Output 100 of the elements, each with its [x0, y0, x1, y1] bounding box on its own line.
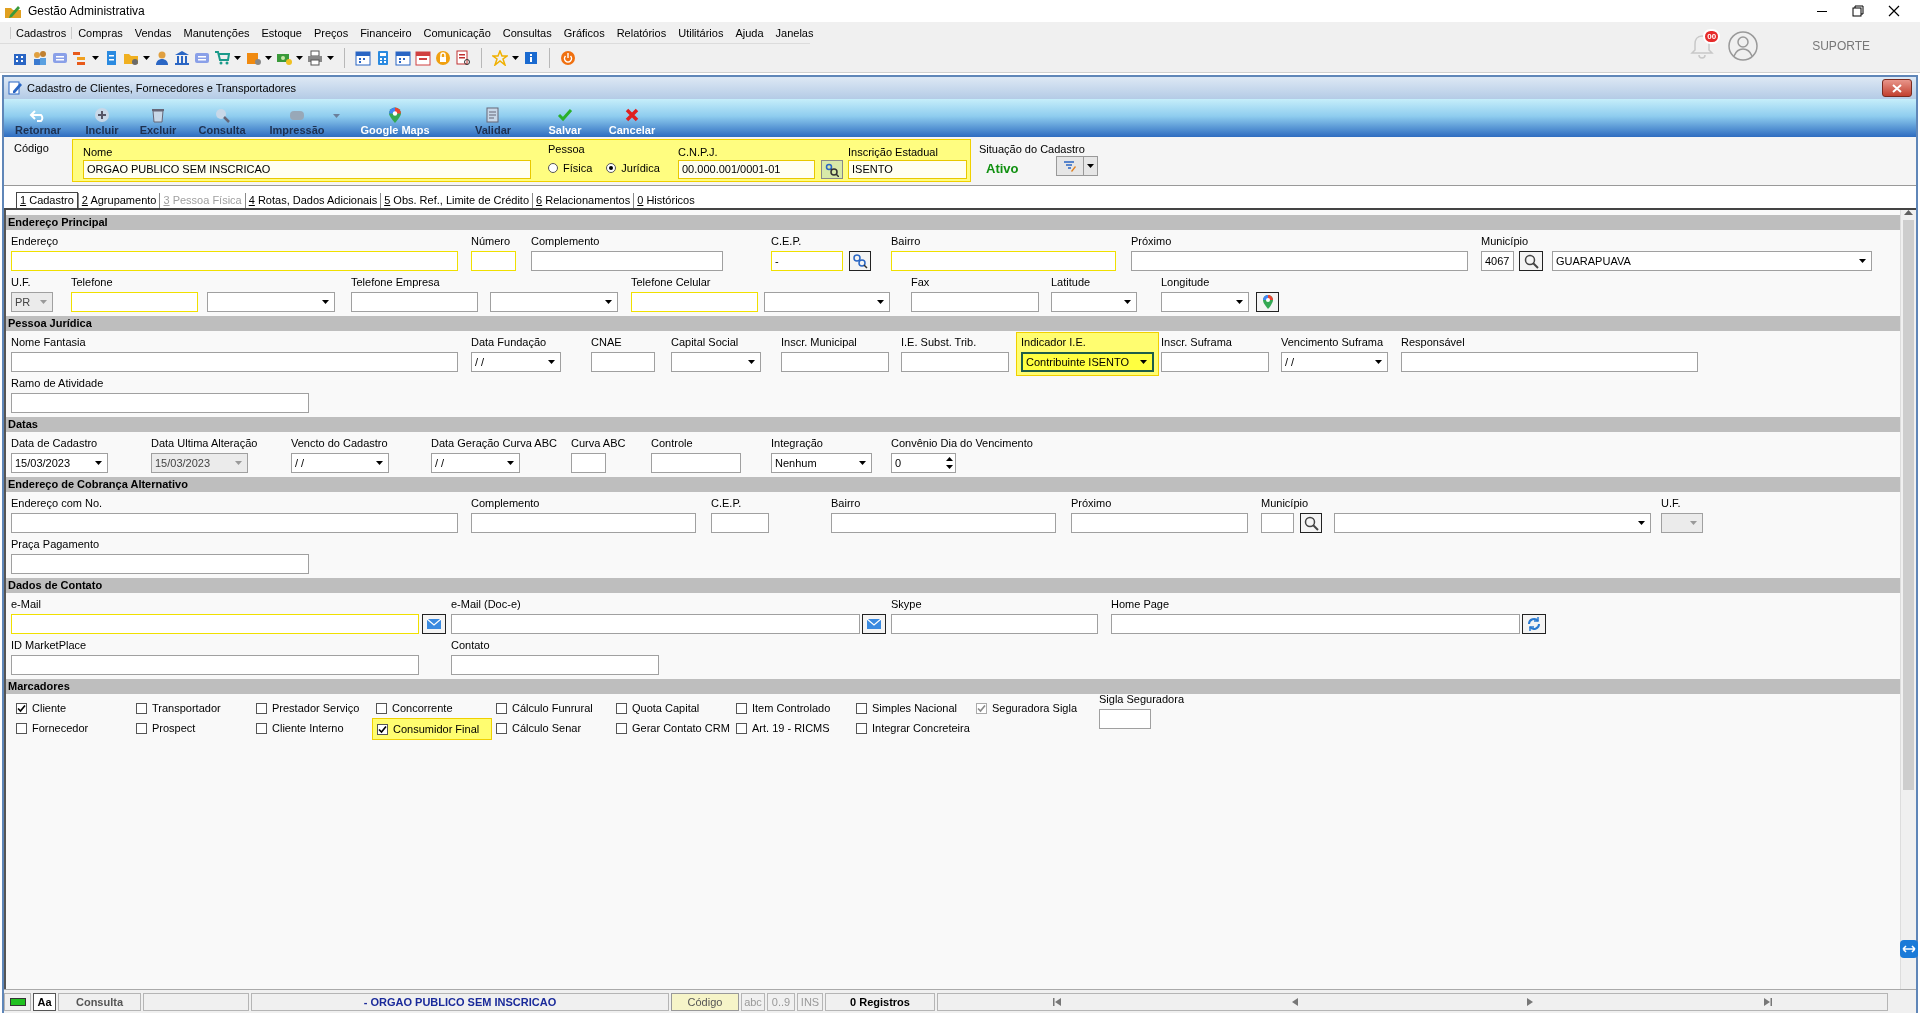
last-record-icon[interactable]: [1764, 997, 1773, 1006]
envelope-button[interactable]: [422, 614, 446, 634]
menu-item[interactable]: Gráficos: [557, 26, 611, 39]
star-icon[interactable]: [492, 49, 508, 66]
checkbox[interactable]: [377, 723, 388, 735]
checkbox[interactable]: [136, 722, 147, 734]
toolbar-button[interactable]: Google Maps: [363, 107, 427, 136]
refresh-button[interactable]: [1522, 614, 1546, 634]
input-field[interactable]: [451, 614, 860, 634]
dropdown[interactable]: GUARAPUAVA: [1552, 251, 1872, 271]
scrollbar-thumb[interactable]: [1903, 220, 1914, 790]
input-field[interactable]: 00.000.001/0001-01: [678, 160, 815, 179]
remote-support-icon[interactable]: [1900, 940, 1918, 958]
checkbox[interactable]: [376, 702, 387, 714]
close-button[interactable]: [1882, 79, 1912, 97]
user-label[interactable]: SUPORTE: [1812, 39, 1870, 53]
bell-icon[interactable]: [1690, 33, 1715, 59]
checkbox[interactable]: [256, 702, 267, 714]
radio-button[interactable]: [606, 163, 617, 173]
input-field[interactable]: [351, 292, 478, 312]
dropdown[interactable]: [671, 352, 761, 372]
calendar-icon[interactable]: [395, 49, 411, 66]
menu-item[interactable]: Manutenções: [177, 26, 256, 39]
menu-item[interactable]: Preços: [307, 26, 355, 39]
menu-item[interactable]: Consultas: [496, 26, 558, 39]
tab[interactable]: 0 Históricos: [633, 193, 698, 208]
checkbox[interactable]: [256, 722, 267, 734]
date-picker[interactable]: / /: [471, 352, 561, 372]
dropdown[interactable]: [490, 292, 618, 312]
input-field[interactable]: [831, 513, 1056, 533]
user-avatar-icon[interactable]: [1728, 31, 1759, 61]
dropdown[interactable]: Nenhum: [771, 453, 872, 473]
input-field[interactable]: [901, 352, 1009, 372]
date-picker[interactable]: 15/03/2023: [11, 453, 108, 473]
menu-item[interactable]: Comunicação: [417, 26, 497, 39]
input-field[interactable]: [1401, 352, 1698, 372]
toolbar-button[interactable]: Cancelar: [600, 107, 664, 136]
scroll-up-icon[interactable]: [1904, 210, 1913, 216]
spin-box[interactable]: 0: [891, 453, 956, 473]
input-field[interactable]: [1099, 709, 1151, 729]
calendar-icon[interactable]: [355, 49, 371, 66]
menu-item[interactable]: Utilitários: [672, 26, 730, 39]
input-field[interactable]: -: [771, 251, 843, 271]
checkbox[interactable]: [496, 722, 507, 734]
envelope-button[interactable]: [862, 614, 886, 634]
menu-item[interactable]: Cadastros: [10, 26, 73, 39]
dropdown[interactable]: [1334, 513, 1651, 533]
first-record-icon[interactable]: [1052, 997, 1061, 1006]
restore-icon[interactable]: [1852, 5, 1864, 17]
input-field[interactable]: [11, 655, 419, 675]
menu-item[interactable]: Relatórios: [610, 26, 673, 39]
menu-item[interactable]: Financeiro: [354, 26, 418, 39]
input-field[interactable]: [711, 513, 769, 533]
menu-item[interactable]: Compras: [72, 26, 129, 39]
menu-item[interactable]: Ajuda: [729, 26, 770, 39]
input-field[interactable]: [591, 352, 655, 372]
checkbox[interactable]: [496, 702, 507, 714]
input-field[interactable]: [11, 352, 458, 372]
input-field[interactable]: [911, 292, 1039, 312]
input-field[interactable]: ISENTO: [848, 160, 967, 179]
lookup-button[interactable]: [821, 160, 843, 179]
list-icon[interactable]: [72, 49, 88, 66]
input-field[interactable]: ORGAO PUBLICO SEM INSCRICAO: [83, 160, 531, 179]
input-field[interactable]: [11, 393, 309, 413]
checkbox[interactable]: [16, 722, 27, 734]
menu-item[interactable]: Janelas: [769, 26, 820, 39]
search-button[interactable]: [1519, 251, 1543, 271]
menu-item[interactable]: Estoque: [255, 26, 308, 39]
checkbox[interactable]: [16, 702, 27, 714]
input-field[interactable]: [1131, 251, 1468, 271]
spin-arrows-icon[interactable]: [946, 456, 953, 470]
tab[interactable]: 2 Agrupamento: [77, 193, 160, 208]
input-field[interactable]: [1161, 352, 1269, 372]
input-field[interactable]: [891, 614, 1098, 634]
dropdown[interactable]: [1161, 292, 1249, 312]
power-icon[interactable]: [560, 49, 576, 66]
toolbar-button[interactable]: Salvar: [533, 107, 597, 136]
input-field[interactable]: [11, 554, 309, 574]
input-field[interactable]: [531, 251, 723, 271]
radio-button[interactable]: [548, 163, 558, 173]
input-field[interactable]: 4067: [1481, 251, 1514, 271]
checkbox[interactable]: [856, 722, 867, 734]
input-field[interactable]: [11, 513, 458, 533]
cart-icon[interactable]: [214, 49, 230, 66]
input-field[interactable]: [651, 453, 741, 473]
font-toggle-button[interactable]: Aa: [33, 992, 56, 1011]
checkbox[interactable]: [616, 702, 627, 714]
tab[interactable]: 1 Cadastro: [16, 192, 78, 208]
dropdown[interactable]: [764, 292, 890, 312]
tab[interactable]: 6 Relacionamentos: [532, 193, 634, 208]
input-field[interactable]: [1261, 513, 1294, 533]
input-field[interactable]: [1071, 513, 1248, 533]
calculator-icon[interactable]: [375, 49, 391, 66]
info-icon[interactable]: [523, 49, 539, 66]
search-button[interactable]: [1300, 513, 1322, 533]
date-picker[interactable]: / /: [291, 453, 389, 473]
checkbox[interactable]: [616, 722, 627, 734]
date-picker[interactable]: / /: [431, 453, 520, 473]
date-picker[interactable]: / /: [1281, 352, 1388, 372]
input-field[interactable]: [571, 453, 606, 473]
